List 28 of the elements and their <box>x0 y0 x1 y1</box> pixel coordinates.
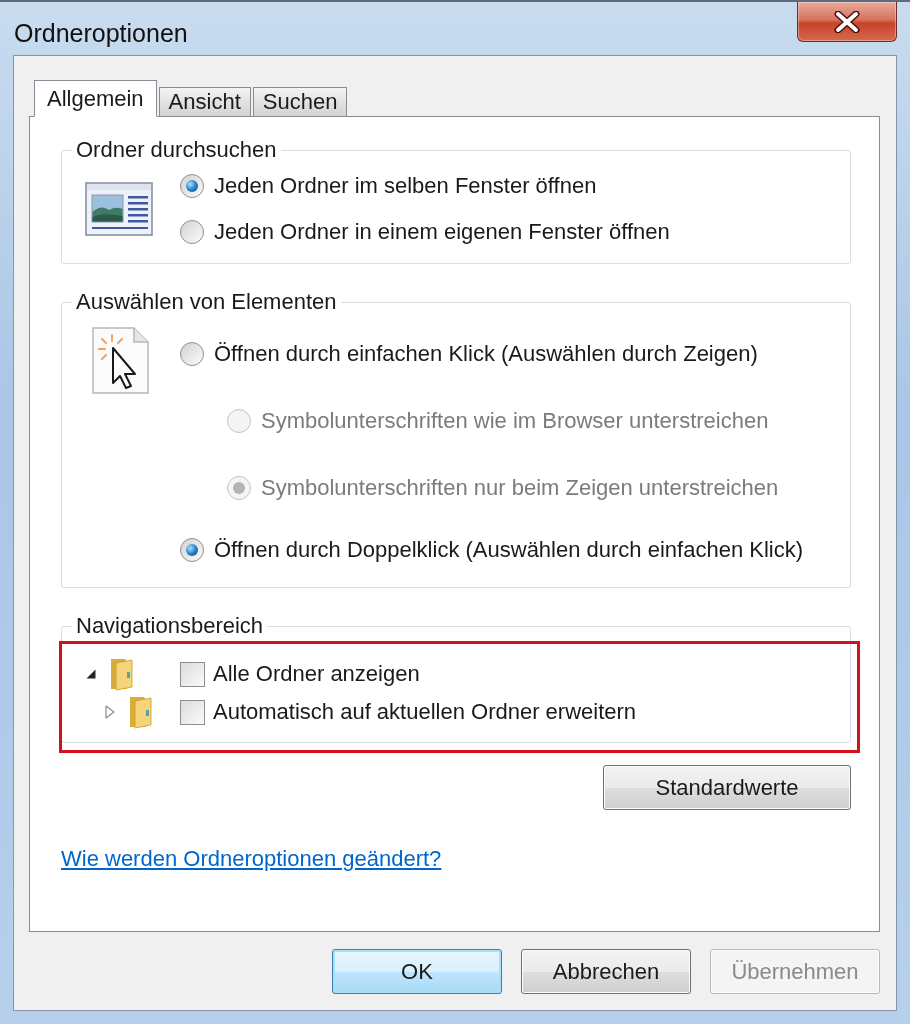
folder-icon <box>108 657 136 691</box>
option-label[interactable]: Automatisch auf aktuellen Ordner erweitern <box>213 698 637 726</box>
tab[interactable]: Allgemein <box>34 80 157 117</box>
checkbox[interactable] <box>180 661 205 687</box>
radio-button[interactable] <box>180 342 204 366</box>
help-link[interactable]: Wie werden Ordneroptionen geändert? <box>61 845 442 873</box>
defaults-button[interactable]: Standardwerte <box>603 765 851 810</box>
checkbox[interactable] <box>180 699 205 725</box>
window-title: Ordneroptionen <box>14 19 188 47</box>
option-label[interactable]: Jeden Ordner im selben Fenster öffnen <box>214 172 597 200</box>
close-button[interactable] <box>797 2 897 42</box>
option-label[interactable]: Jeden Ordner in einem eigenen Fenster öffnen <box>214 218 670 246</box>
option-label[interactable]: Alle Ordner anzeigen <box>213 660 420 688</box>
radio-button[interactable] <box>180 174 204 198</box>
radio-button[interactable] <box>180 220 204 244</box>
tab[interactable]: Suchen <box>252 87 348 117</box>
radio-button[interactable] <box>180 538 204 562</box>
close-icon <box>834 10 860 33</box>
page-cursor-icon <box>90 326 152 396</box>
expanded-arrow-icon <box>86 669 96 679</box>
folder-icon <box>127 695 155 729</box>
window-icon <box>85 182 155 238</box>
dialog-button[interactable]: OK <box>332 949 502 994</box>
option-label[interactable]: Öffnen durch einfachen Klick (Auswählen durch Zeigen) <box>214 340 758 368</box>
collapsed-arrow-icon <box>105 705 115 719</box>
tab[interactable]: Ansicht <box>158 87 251 117</box>
dialog-button[interactable]: Abbrechen <box>521 949 691 994</box>
option-label[interactable]: Öffnen durch Doppelklick (Auswählen durch einfachen Klick) <box>214 536 803 564</box>
